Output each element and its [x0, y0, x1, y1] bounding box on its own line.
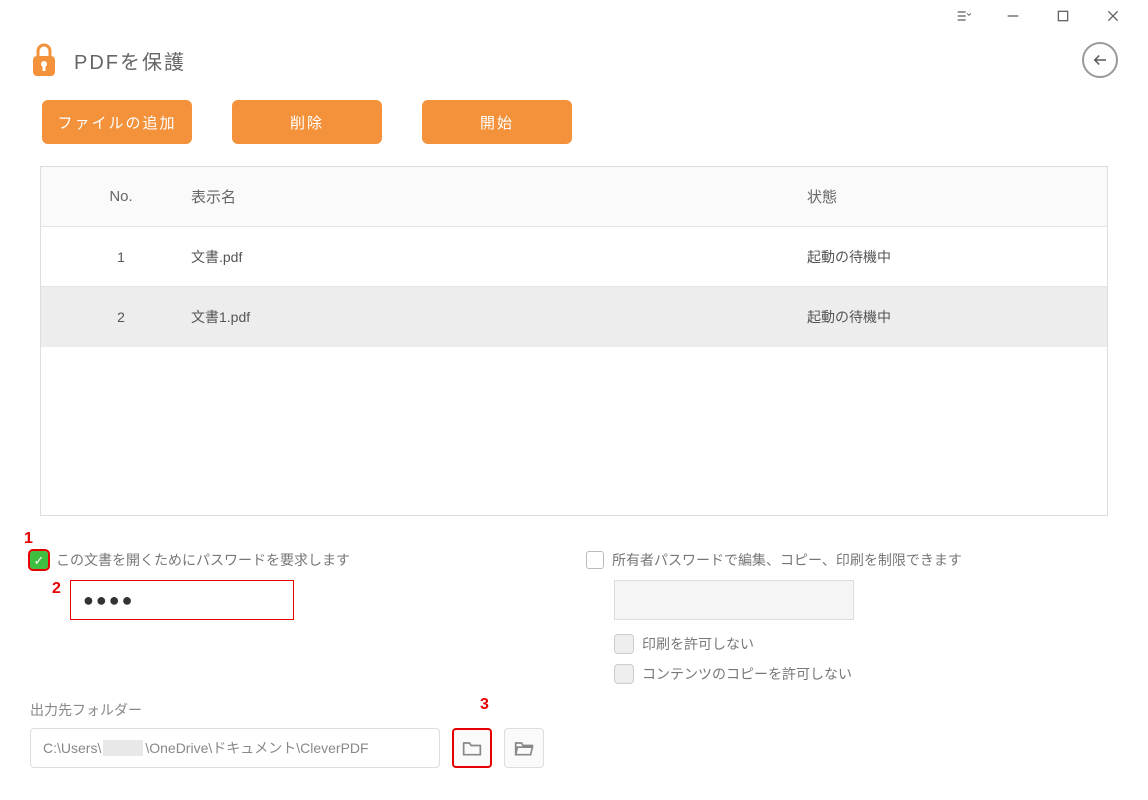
back-button[interactable]: [1082, 42, 1118, 78]
browse-folder-button[interactable]: [452, 728, 492, 768]
cell-no: 2: [61, 309, 181, 325]
open-folder-button[interactable]: [504, 728, 544, 768]
annotation-marker-2: 2: [52, 580, 61, 598]
annotation-marker-1: 1: [24, 530, 33, 548]
password-input[interactable]: [70, 580, 294, 620]
add-file-button[interactable]: ファイルの追加: [42, 100, 192, 144]
disallow-copy-label: コンテンツのコピーを許可しない: [642, 664, 852, 684]
output-path-field[interactable]: C:\Users\ \OneDrive\ドキュメント\CleverPDF: [30, 728, 440, 768]
table-row[interactable]: 2 文書1.pdf 起動の待機中: [41, 287, 1107, 347]
table-row[interactable]: 1 文書.pdf 起動の待機中: [41, 227, 1107, 287]
close-button[interactable]: [1098, 1, 1128, 31]
owner-password-input: [614, 580, 854, 620]
col-header-status: 状態: [807, 186, 1087, 207]
start-button[interactable]: 開始: [422, 100, 572, 144]
table-header: No. 表示名 状態: [41, 167, 1107, 227]
disallow-print-label: 印刷を許可しない: [642, 634, 754, 654]
col-header-name: 表示名: [181, 186, 807, 207]
output-path-prefix: C:\Users\: [43, 740, 101, 756]
annotation-marker-3: 3: [480, 696, 489, 714]
minimize-button[interactable]: [998, 1, 1028, 31]
cell-no: 1: [61, 249, 181, 265]
menu-list-icon[interactable]: [948, 1, 978, 31]
col-header-no: No.: [61, 188, 181, 205]
require-password-label: この文書を開くためにパスワードを要求します: [56, 550, 350, 570]
page-title: PDFを保護: [74, 46, 186, 75]
lock-icon: [30, 42, 58, 78]
cell-status: 起動の待機中: [807, 307, 1087, 327]
file-table: No. 表示名 状態 1 文書.pdf 起動の待機中 2 文書1.pdf 起動の…: [40, 166, 1108, 516]
cell-name: 文書.pdf: [181, 247, 807, 267]
owner-password-checkbox[interactable]: [586, 551, 604, 569]
require-password-checkbox[interactable]: ✓: [30, 551, 48, 569]
redacted-segment: [103, 740, 143, 756]
cell-status: 起動の待機中: [807, 247, 1087, 267]
maximize-button[interactable]: [1048, 1, 1078, 31]
owner-password-label: 所有者パスワードで編集、コピー、印刷を制限できます: [612, 550, 962, 570]
cell-name: 文書1.pdf: [181, 307, 807, 327]
output-path-suffix: \OneDrive\ドキュメント\CleverPDF: [145, 738, 368, 758]
disallow-copy-checkbox[interactable]: [614, 664, 634, 684]
delete-button[interactable]: 削除: [232, 100, 382, 144]
disallow-print-checkbox[interactable]: [614, 634, 634, 654]
output-folder-label: 出力先フォルダー: [30, 700, 1118, 720]
